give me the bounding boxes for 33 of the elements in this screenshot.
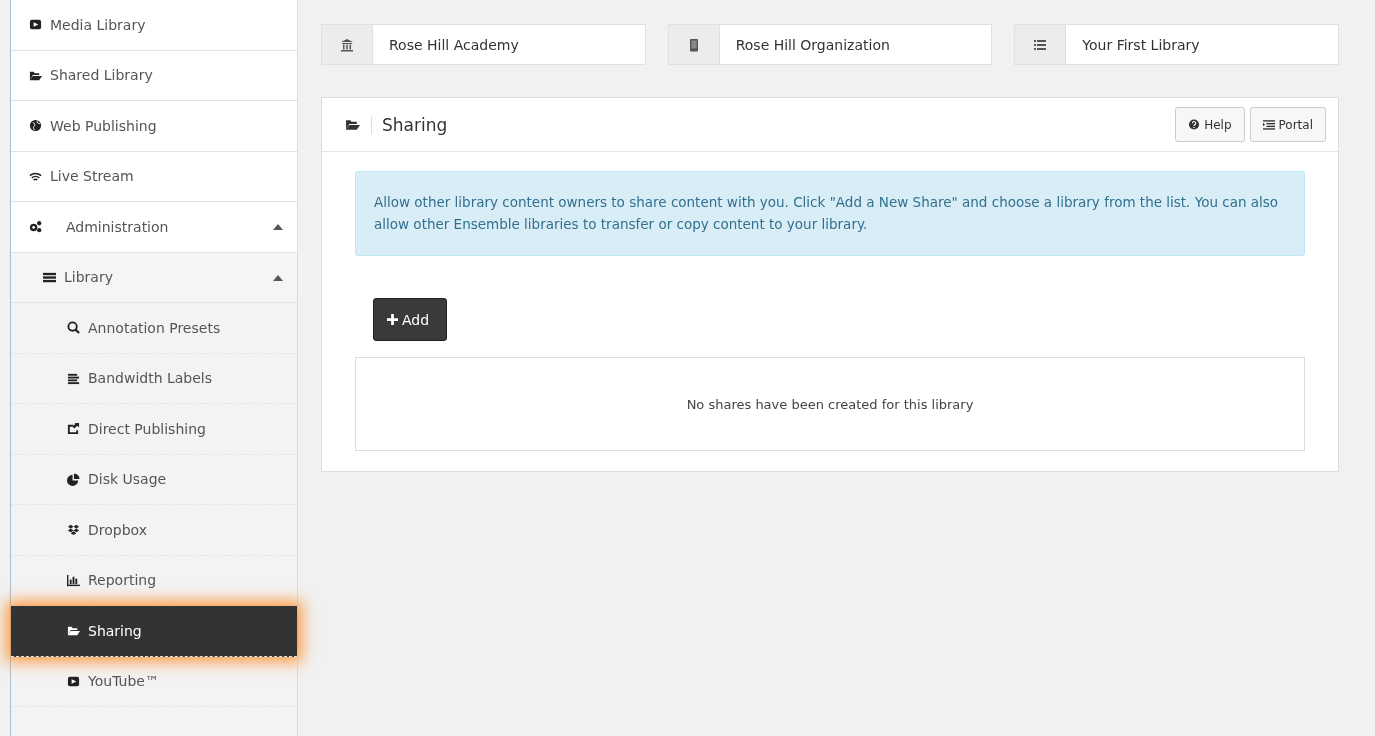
context-field[interactable]: Rose Hill Academy xyxy=(321,24,646,65)
play-icon xyxy=(67,674,80,688)
list-icon xyxy=(43,270,56,284)
add-button[interactable]: Add xyxy=(373,298,448,341)
sidebar-item[interactable]: Media Library xyxy=(11,0,297,51)
help-button[interactable]: Help xyxy=(1175,107,1245,142)
bank-icon xyxy=(340,37,354,52)
sidebar-item[interactable]: Administration xyxy=(11,202,297,253)
play-icon xyxy=(29,18,42,32)
portal-button[interactable]: Portal xyxy=(1249,107,1326,142)
globe-icon xyxy=(29,119,42,133)
search-icon xyxy=(67,321,80,335)
panel-title: Sharing xyxy=(382,114,448,135)
help-icon xyxy=(1188,119,1201,130)
box-icon xyxy=(67,523,80,537)
share-icon xyxy=(67,422,80,436)
plus-icon xyxy=(387,314,398,325)
list-icon xyxy=(1262,119,1275,130)
list-icon xyxy=(1033,37,1048,52)
empty-message: No shares have been created for this library xyxy=(686,396,974,412)
folder-icon xyxy=(67,624,80,638)
sidebar-item[interactable]: Shared Library xyxy=(11,50,297,101)
sidebar-item[interactable]: Live Stream xyxy=(11,151,297,202)
bar-chart-icon xyxy=(67,573,80,587)
gears-icon xyxy=(29,220,42,234)
sidebar-item[interactable]: Sharing xyxy=(11,606,297,657)
lines-icon xyxy=(67,371,80,385)
info-alert: Allow other library content owners to share content with you. Click "Add a New Share" and choose a library from the list. You can also allow other Ensemble libraries to transfer or copy content to your library. xyxy=(355,171,1305,256)
folder-icon xyxy=(344,117,361,132)
context-field[interactable]: Your First Library xyxy=(1014,24,1339,65)
pie-chart-icon xyxy=(67,472,80,486)
sidebar-item[interactable]: Web Publishing xyxy=(11,101,297,152)
context-field[interactable]: Rose Hill Organization xyxy=(667,24,993,65)
